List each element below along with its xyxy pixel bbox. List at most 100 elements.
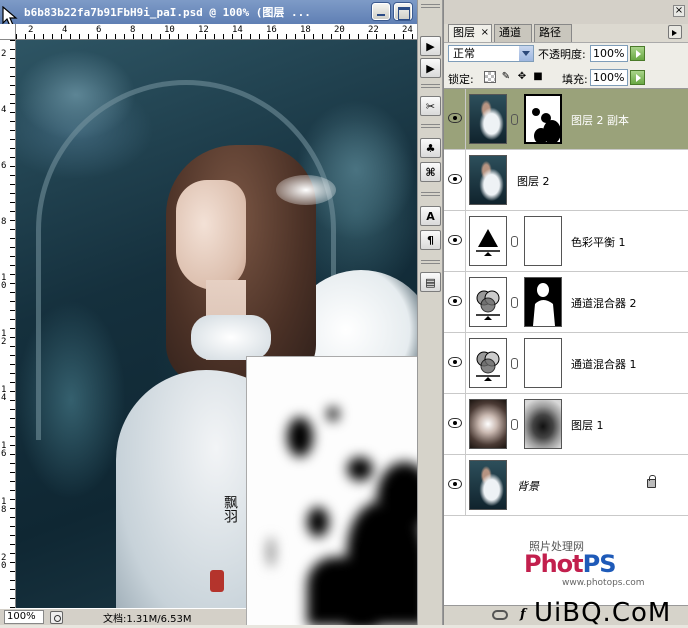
history-button[interactable]: ⌘ bbox=[420, 162, 441, 182]
chevron-down-icon[interactable] bbox=[519, 46, 533, 61]
layer-name[interactable]: 色彩平衡 1 bbox=[571, 234, 626, 250]
link-layers-icon[interactable] bbox=[492, 610, 508, 620]
layer-comps-button[interactable]: ▤ bbox=[420, 272, 441, 292]
layer-thumbnail[interactable] bbox=[469, 155, 507, 205]
panel-close-icon[interactable]: × bbox=[673, 5, 685, 17]
layer-row-layer2-copy[interactable]: 图层 2 副本 bbox=[444, 89, 688, 150]
layer-row-layer2[interactable]: 图层 2 bbox=[444, 150, 688, 211]
clone-source-button[interactable]: ♣ bbox=[420, 138, 441, 158]
minimize-button[interactable] bbox=[372, 3, 390, 20]
chain-link-icon[interactable] bbox=[511, 114, 518, 125]
mask-blob bbox=[347, 457, 373, 481]
panel-header-strip[interactable]: × bbox=[444, 0, 688, 24]
layer-row-layer1[interactable]: 图层 1 bbox=[444, 394, 688, 455]
opacity-slider-button[interactable] bbox=[630, 46, 645, 61]
layer-comps-icon: ▤ bbox=[425, 275, 436, 289]
logo-part-b: PS bbox=[582, 550, 617, 578]
ruler-left-label: 6 bbox=[1, 161, 7, 171]
strip-grip[interactable] bbox=[421, 192, 440, 196]
ruler-left-label: 4 bbox=[1, 105, 7, 115]
actions-play-button[interactable]: ▶ bbox=[420, 58, 441, 78]
eye-icon[interactable] bbox=[448, 296, 462, 306]
layer-name[interactable]: 通道混合器 1 bbox=[571, 356, 637, 372]
layer-style-button[interactable]: f bbox=[520, 607, 526, 622]
tab-paths[interactable]: 路径 bbox=[534, 24, 572, 42]
fill-input[interactable]: 100% bbox=[590, 69, 628, 86]
strip-grip[interactable] bbox=[421, 260, 440, 264]
eye-icon[interactable] bbox=[448, 113, 462, 123]
vertical-ruler[interactable]: 2 4 6 8 1 0 1 2 1 4 1 6 1 8 2 0 bbox=[0, 40, 16, 608]
paragraph-icon: ¶ bbox=[427, 233, 434, 247]
mask-blob bbox=[327, 407, 339, 421]
strip-grip[interactable] bbox=[421, 4, 440, 8]
eye-icon[interactable] bbox=[448, 357, 462, 367]
layer-name[interactable]: 图层 2 bbox=[517, 173, 550, 189]
eye-icon[interactable] bbox=[448, 174, 462, 184]
visibility-column bbox=[444, 394, 466, 454]
ruler-top-label: 2 bbox=[28, 25, 34, 35]
tab-channels[interactable]: 通道 bbox=[494, 24, 532, 42]
layer-thumbnail[interactable] bbox=[469, 460, 507, 510]
chain-link-icon[interactable] bbox=[511, 358, 518, 369]
mask-preview-popup bbox=[246, 356, 438, 625]
visibility-column bbox=[444, 150, 466, 210]
tab-close-icon[interactable]: × bbox=[481, 25, 489, 41]
chain-link-icon[interactable] bbox=[511, 236, 518, 247]
eye-icon[interactable] bbox=[448, 479, 462, 489]
lock-position-icon[interactable]: ✥ bbox=[516, 71, 528, 83]
ruler-top-label: 18 bbox=[300, 25, 311, 35]
layer-mask-thumbnail[interactable] bbox=[524, 94, 562, 144]
ruler-top-label: 22 bbox=[368, 25, 379, 35]
navigator-play-button[interactable]: ▶ bbox=[420, 36, 441, 56]
layer-row-background[interactable]: 背景 bbox=[444, 455, 688, 516]
paragraph-button[interactable]: ¶ bbox=[420, 230, 441, 250]
logo-part-a: Phot bbox=[524, 550, 584, 578]
adjustment-thumbnail[interactable] bbox=[469, 338, 507, 388]
layer-mask-thumbnail[interactable] bbox=[524, 277, 562, 327]
lock-pixels-icon[interactable]: ✎ bbox=[500, 71, 512, 83]
lock-all-icon[interactable]: ■ bbox=[532, 71, 544, 83]
hair-feather bbox=[276, 175, 336, 205]
layer-name[interactable]: 背景 bbox=[517, 478, 539, 494]
visibility-column bbox=[444, 455, 466, 515]
blend-mode-select[interactable]: 正常 bbox=[448, 45, 534, 62]
layer-mask-thumbnail[interactable] bbox=[524, 399, 562, 449]
opacity-input[interactable]: 100% bbox=[590, 45, 628, 62]
layer-row-color-balance[interactable]: 色彩平衡 1 bbox=[444, 211, 688, 272]
tab-layers[interactable]: 图层 × bbox=[448, 24, 492, 42]
ruler-corner[interactable] bbox=[0, 24, 16, 40]
panel-menu-button[interactable] bbox=[668, 25, 682, 39]
layer-row-channel-mixer-1[interactable]: 通道混合器 1 bbox=[444, 333, 688, 394]
zoom-level-field[interactable]: 100% bbox=[4, 610, 44, 624]
layer-thumbnail[interactable] bbox=[469, 94, 507, 144]
visibility-column bbox=[444, 333, 466, 393]
adjustment-thumbnail[interactable] bbox=[469, 216, 507, 266]
photo-thumbnail-image bbox=[470, 95, 506, 143]
adjustment-thumbnail[interactable] bbox=[469, 277, 507, 327]
fill-slider-button[interactable] bbox=[630, 70, 645, 85]
layer-mask-thumbnail[interactable] bbox=[524, 216, 562, 266]
status-menu-icon[interactable] bbox=[50, 610, 63, 624]
document-titlebar[interactable]: b6b83b22fa7b91FbH9i_paI.psd @ 100% (图层 .… bbox=[0, 0, 417, 24]
strip-grip[interactable] bbox=[421, 84, 440, 88]
brushes-button[interactable]: ✂ bbox=[420, 96, 441, 116]
chain-link-icon[interactable] bbox=[511, 297, 518, 308]
chain-link-icon[interactable] bbox=[511, 419, 518, 430]
eye-icon[interactable] bbox=[448, 418, 462, 428]
layer-name[interactable]: 通道混合器 2 bbox=[571, 295, 637, 311]
layer-name[interactable]: 图层 2 副本 bbox=[571, 112, 629, 128]
layer-mask-thumbnail[interactable] bbox=[524, 338, 562, 388]
strip-grip[interactable] bbox=[421, 124, 440, 128]
eye-icon[interactable] bbox=[448, 235, 462, 245]
layer-row-channel-mixer-2[interactable]: 通道混合器 2 bbox=[444, 272, 688, 333]
layer-name[interactable]: 图层 1 bbox=[571, 417, 604, 433]
layer-thumbnail[interactable] bbox=[469, 399, 507, 449]
mask-thumbnail-image bbox=[526, 96, 560, 142]
horizontal-ruler[interactable]: 2 4 6 8 10 12 14 16 18 20 22 24 bbox=[16, 24, 417, 40]
lock-icon bbox=[647, 475, 656, 488]
lock-transparency-icon[interactable] bbox=[484, 71, 496, 83]
ruler-top-label: 10 bbox=[164, 25, 175, 35]
history-brush-icon: ⌘ bbox=[425, 165, 436, 179]
character-button[interactable]: A bbox=[420, 206, 441, 226]
maximize-button[interactable] bbox=[394, 3, 412, 20]
